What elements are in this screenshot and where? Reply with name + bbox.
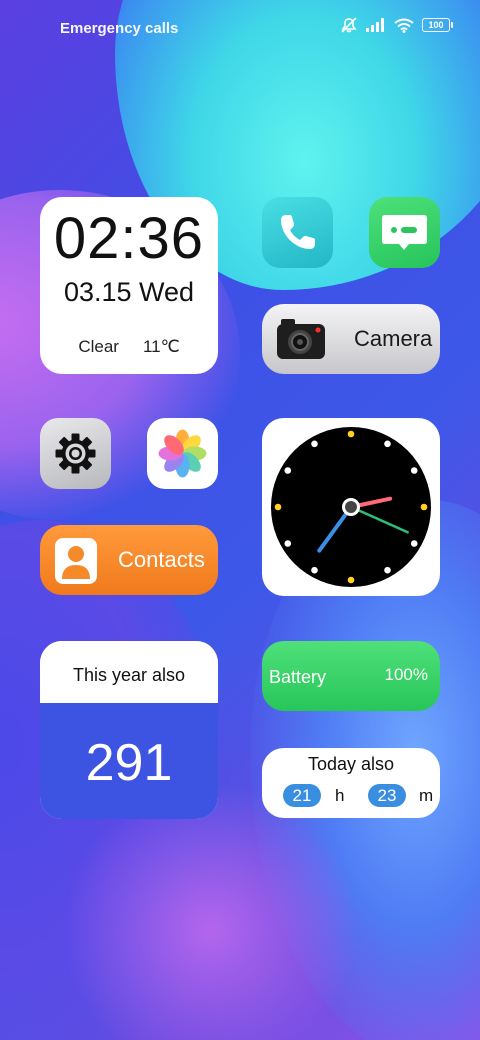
status-text: Emergency calls only <box>60 20 182 37</box>
clock-hour-marker <box>311 566 318 574</box>
clock-hour-marker <box>420 503 428 511</box>
photos-app[interactable] <box>147 418 218 489</box>
camera-label: Camera <box>354 326 433 351</box>
clock-hour-marker <box>284 540 292 547</box>
battery-icon: 100 <box>422 18 453 32</box>
mute-icon <box>341 17 357 33</box>
clock-widget[interactable]: 02:36 03.15 Wed Clear 11℃ <box>40 197 218 374</box>
message-icon <box>382 215 427 250</box>
today-widget-row: 21 h 23 m <box>262 784 440 808</box>
camera-icon <box>277 319 325 359</box>
clock-hour-marker <box>384 566 391 574</box>
today-hours-unit: h <box>335 786 345 805</box>
phone-icon <box>281 215 315 249</box>
clock-date: 03.15 Wed <box>63 277 195 307</box>
year-widget-value: 291 <box>85 734 173 792</box>
battery-widget-value: 100% <box>384 665 428 684</box>
today-countdown-widget[interactable]: Today also 21 h 23 m <box>262 748 440 818</box>
year-widget-title: This year also <box>72 665 186 685</box>
clock-hour-marker <box>347 430 355 438</box>
today-widget-title: Today also <box>307 754 395 774</box>
settings-app[interactable] <box>40 418 111 489</box>
messages-app[interactable] <box>369 197 440 268</box>
camera-app[interactable]: Camera <box>262 304 440 374</box>
battery-widget-label: Battery <box>269 667 327 687</box>
year-countdown-widget[interactable]: This year also 291 <box>40 641 218 819</box>
clock-hour-marker <box>274 503 282 511</box>
contacts-app[interactable]: Contacts <box>40 525 218 595</box>
clock-hour-marker <box>284 467 292 474</box>
weather-temperature: 11℃ <box>142 337 180 356</box>
gear-icon <box>55 433 96 474</box>
weather-condition: Clear <box>78 337 119 356</box>
clock-hour-marker <box>410 467 418 474</box>
contacts-label: Contacts <box>118 547 205 572</box>
contact-icon <box>55 538 97 584</box>
today-minutes-badge: 23 <box>368 784 406 807</box>
today-hours-badge: 21 <box>283 784 321 807</box>
clock-time: 02:36 <box>53 206 205 271</box>
analog-clock-face <box>271 427 431 587</box>
signal-icon <box>366 18 384 32</box>
clock-hour-marker <box>410 540 418 547</box>
weather-row: Clear 11℃ <box>40 337 218 357</box>
clock-hour-marker <box>384 440 391 448</box>
clock-hour-marker <box>311 440 318 448</box>
photos-icon <box>158 429 207 478</box>
analog-clock-widget[interactable] <box>262 418 440 596</box>
status-bar: Emergency calls only 100 <box>0 0 480 56</box>
phone-app[interactable] <box>262 197 333 268</box>
clock-hour-marker <box>347 576 355 584</box>
today-minutes-unit: m <box>419 786 434 805</box>
wifi-icon <box>394 18 414 33</box>
battery-widget[interactable]: Battery 100% <box>262 641 440 711</box>
status-icons: 100 <box>340 17 453 33</box>
